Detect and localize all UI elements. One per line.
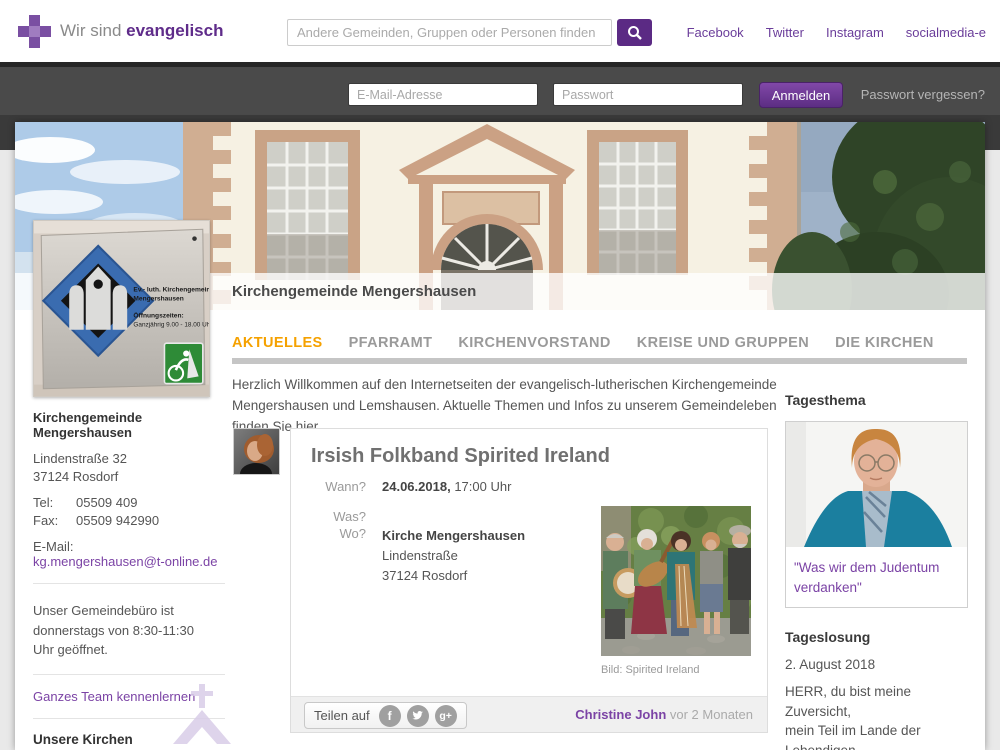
article-card: Irsish Folkband Spirited Ireland Wann? 2… — [290, 428, 768, 733]
tab-kreise-und-gruppen[interactable]: KREISE UND GRUPPEN — [637, 335, 809, 351]
what-label: Was? — [311, 509, 366, 524]
left-sidebar: Ev.- luth. Kirchengemeinde Mengershausen… — [33, 220, 225, 750]
where-street: Lindenstraße — [382, 546, 525, 566]
page-title: Kirchengemeinde Mengershausen — [232, 273, 476, 310]
when-time: 17:00 Uhr — [454, 479, 511, 494]
church-watermark-icon — [173, 684, 231, 750]
tab-aktuelles[interactable]: AKTUELLES — [232, 335, 323, 351]
tab-pfarramt[interactable]: PFARRAMT — [349, 335, 433, 351]
tagesthema-photo — [786, 422, 967, 547]
sidebar-address: Lindenstraße 32 37124 Rosdorf — [33, 450, 225, 485]
login-bar: Anmelden Passwort vergessen? — [0, 62, 1000, 115]
time-ago: vor 2 Monaten — [670, 707, 753, 722]
tel-label: Tel: — [33, 494, 76, 512]
sign-text-line2: Mengershausen — [133, 296, 183, 303]
address-city: 37124 Rosdorf — [33, 469, 118, 484]
page: Wir sind evangelisch Facebook Twitter In… — [0, 0, 1000, 750]
fax-label: Fax: — [33, 512, 76, 530]
brand-text-2: evangelisch — [126, 21, 223, 40]
social-links: Facebook Twitter Instagram socialmedia-e — [687, 25, 986, 40]
bicycle-sign-icon — [164, 343, 202, 383]
twitter-bird-icon — [411, 709, 424, 722]
when-row: Wann? 24.06.2018, 17:00 Uhr — [311, 479, 511, 494]
when-date: 24.06.2018, — [382, 479, 451, 494]
where-city: 37124 Rosdorf — [382, 566, 525, 586]
facebook-share-icon[interactable]: f — [379, 705, 401, 727]
twitter-share-icon[interactable] — [407, 705, 429, 727]
tagesthema-link[interactable]: "Was wir dem Judentum verdanken" — [786, 550, 967, 607]
church-sign-photo: Ev.- luth. Kirchengemeinde Mengershausen… — [33, 220, 210, 397]
author-link[interactable]: Christine John — [575, 707, 666, 722]
tab-underline — [232, 358, 967, 364]
search-input[interactable] — [287, 19, 612, 46]
fax-value: 05509 942990 — [76, 512, 225, 530]
brand-title: Wir sind evangelisch — [60, 21, 223, 41]
link-instagram[interactable]: Instagram — [826, 25, 884, 40]
byline: Christine John vor 2 Monaten — [575, 707, 753, 722]
tageslosung-heading: Tageslosung — [785, 629, 968, 645]
tageslosung-verse: HERR, du bist meine Zuversicht, mein Tei… — [785, 682, 968, 750]
tel-value: 05509 409 — [76, 494, 225, 512]
login-button[interactable]: Anmelden — [759, 82, 843, 108]
tageslosung-date: 2. August 2018 — [785, 657, 968, 672]
divider — [33, 583, 225, 584]
tab-kirchenvorstand[interactable]: KIRCHENVORSTAND — [458, 335, 610, 351]
tagesthema-heading: Tagesthema — [785, 392, 968, 408]
article-title: Irsish Folkband Spirited Ireland — [311, 445, 610, 468]
search-icon — [627, 25, 643, 41]
tagesthema-card[interactable]: "Was wir dem Judentum verdanken" — [785, 421, 968, 608]
search-button[interactable] — [617, 19, 652, 46]
brand-cross-icon[interactable] — [18, 15, 51, 48]
where-name: Kirche Mengershausen — [382, 526, 525, 546]
content-container: Kirchengemeinde Mengershausen — [15, 122, 985, 750]
sidebar-church-name: Kirchengemeinde Mengershausen — [33, 410, 225, 440]
right-sidebar: Tagesthema "W — [785, 392, 968, 750]
sign-text-line3: Öffnungszeiten: — [133, 310, 183, 319]
author-avatar[interactable] — [233, 428, 280, 475]
email-field[interactable] — [348, 83, 538, 106]
share-label: Teilen auf — [314, 708, 370, 723]
password-field[interactable] — [553, 83, 743, 106]
brand-text-1: Wir sind — [60, 21, 121, 40]
avatar-portrait — [234, 429, 279, 474]
church-sign-illustration: Ev.- luth. Kirchengemeinde Mengershausen… — [34, 221, 209, 396]
section-tabs: AKTUELLES PFARRAMT KIRCHENVORSTAND KREIS… — [232, 335, 934, 351]
email-link[interactable]: kg.mengershausen@t-online.de — [33, 554, 217, 569]
article-footer: Teilen auf f g+ Christine John vor 2 Mon… — [291, 696, 767, 732]
verse-line1: HERR, du bist meine Zuversicht, — [785, 684, 911, 719]
share-button[interactable]: Teilen auf f g+ — [304, 702, 467, 729]
top-header: Wir sind evangelisch Facebook Twitter In… — [0, 0, 1000, 62]
divider — [33, 674, 225, 675]
forgot-password-link[interactable]: Passwort vergessen? — [861, 87, 985, 102]
sidebar-phone-block: Tel: 05509 409 Fax: 05509 942990 — [33, 494, 225, 529]
band-photo — [601, 506, 751, 656]
where-row: Wo? Kirche Mengershausen Lindenstraße 37… — [311, 526, 525, 586]
address-street: Lindenstraße 32 — [33, 451, 127, 466]
sign-text-line1: Ev.- luth. Kirchengemeinde — [133, 286, 209, 293]
photo-caption: Bild: Spirited Ireland — [601, 664, 699, 676]
where-label: Wo? — [311, 526, 366, 586]
what-row: Was? — [311, 509, 382, 524]
when-label: Wann? — [311, 479, 366, 494]
tab-die-kirchen[interactable]: DIE KIRCHEN — [835, 335, 934, 351]
googleplus-share-icon[interactable]: g+ — [435, 705, 457, 727]
verse-line2: mein Teil im Lande der Lebendigen. — [785, 723, 921, 750]
link-twitter[interactable]: Twitter — [766, 25, 804, 40]
link-facebook[interactable]: Facebook — [687, 25, 744, 40]
office-hours-text: Unser Gemeindebüro ist donnerstags von 8… — [33, 601, 215, 660]
link-socialmedia-e[interactable]: socialmedia-e — [906, 25, 986, 40]
email-label: E-Mail: — [33, 539, 225, 554]
sign-text-line4: Ganzjährig 9.00 - 18.00 Uhr — [133, 322, 209, 329]
